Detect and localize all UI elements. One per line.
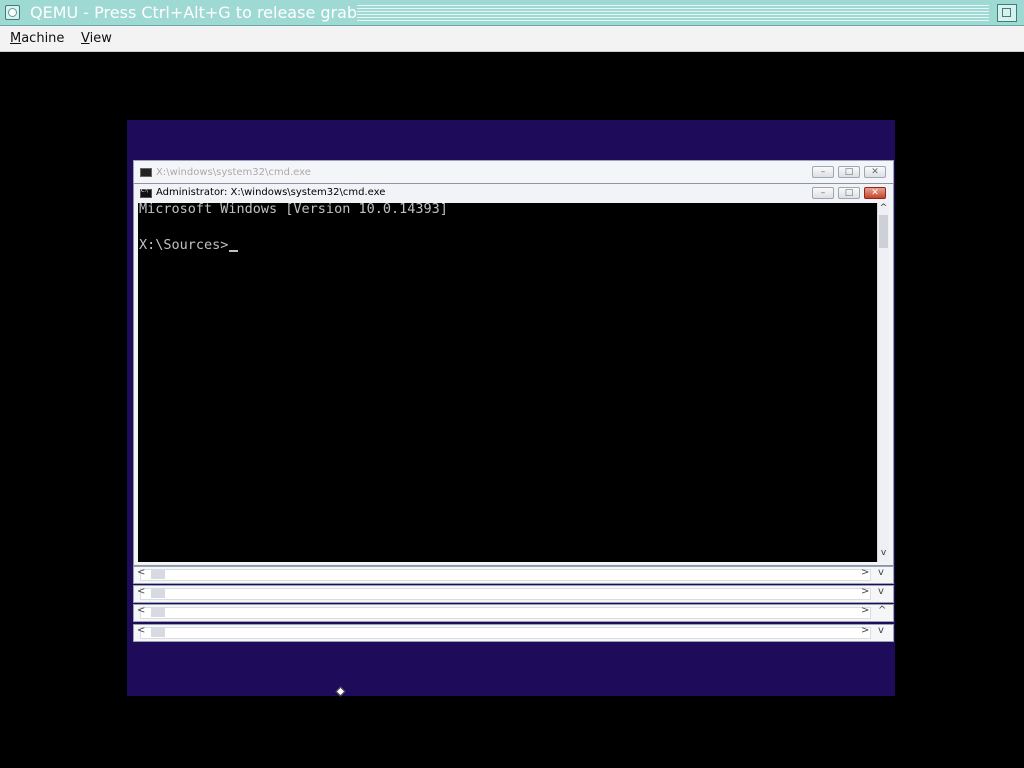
horizontal-scrollbar[interactable]: < > v [133,624,894,642]
scroll-right-arrow[interactable]: > [861,567,869,578]
scroll-left-arrow[interactable]: < [137,605,145,616]
maximize-icon[interactable] [997,4,1017,22]
background-cmd-window[interactable]: X:\windows\system32\cmd.exe – □ ✕ [133,160,894,184]
vertical-scrollbar[interactable]: ^ v [877,203,889,562]
scroll-thumb[interactable] [151,569,165,579]
scroll-down-arrow[interactable]: v [878,586,884,597]
minimize-button[interactable]: – [812,187,834,199]
scroll-track[interactable] [140,607,871,619]
close-button[interactable]: ✕ [864,187,886,199]
scroll-down-arrow[interactable]: v [878,625,884,636]
scroll-left-arrow[interactable]: < [137,567,145,578]
horizontal-scrollbar[interactable]: < > ^ [133,604,894,622]
scroll-track[interactable] [140,588,871,600]
cmd-window[interactable]: Administrator: X:\windows\system32\cmd.e… [133,183,894,566]
minimize-button[interactable]: – [812,166,834,178]
qemu-titlebar[interactable]: QEMU - Press Ctrl+Alt+G to release grab [0,0,1024,26]
titlebar-stripes [357,5,989,21]
menu-view[interactable]: View [81,31,112,46]
maximize-button[interactable]: □ [838,187,860,199]
scroll-down-arrow[interactable]: v [878,548,889,558]
scroll-right-arrow[interactable]: > [861,586,869,597]
horizontal-scrollbar[interactable]: < > v [133,585,894,603]
maximize-button[interactable]: □ [838,166,860,178]
console-prompt-line: X:\Sources> [139,236,239,254]
qemu-window-title: QEMU - Press Ctrl+Alt+G to release grab [30,3,358,22]
scroll-up-arrow[interactable]: ^ [878,605,886,616]
text-cursor [229,250,239,252]
scroll-left-arrow[interactable]: < [137,625,145,636]
scroll-left-arrow[interactable]: < [137,586,145,597]
scroll-right-arrow[interactable]: > [861,605,869,616]
scroll-thumb[interactable] [151,627,165,637]
cmd-icon [140,168,152,177]
cmd-window-title: Administrator: X:\windows\system32\cmd.e… [156,187,386,198]
cmd-icon [140,188,152,198]
scroll-up-arrow[interactable]: ^ [878,203,889,213]
close-button[interactable]: ✕ [864,166,886,178]
console-output[interactable]: Microsoft Windows [Version 10.0.14393] X… [138,203,877,562]
scroll-thumb[interactable] [151,588,165,598]
scroll-right-arrow[interactable]: > [861,625,869,636]
console-line: Microsoft Windows [Version 10.0.14393] [139,203,448,217]
scroll-down-arrow[interactable]: v [878,567,884,578]
background-window-title: X:\windows\system32\cmd.exe [156,167,311,178]
scroll-track[interactable] [140,569,871,581]
menu-machine[interactable]: Machine [10,31,64,46]
scroll-thumb[interactable] [151,607,165,617]
console-prompt: X:\Sources> [139,237,229,253]
cmd-titlebar[interactable]: Administrator: X:\windows\system32\cmd.e… [134,184,893,203]
menubar: Machine View [0,26,1024,52]
horizontal-scrollbar[interactable]: < > v [133,566,894,584]
scroll-track[interactable] [140,627,871,639]
window-menu-icon[interactable] [5,5,20,20]
scroll-thumb[interactable] [879,215,888,248]
